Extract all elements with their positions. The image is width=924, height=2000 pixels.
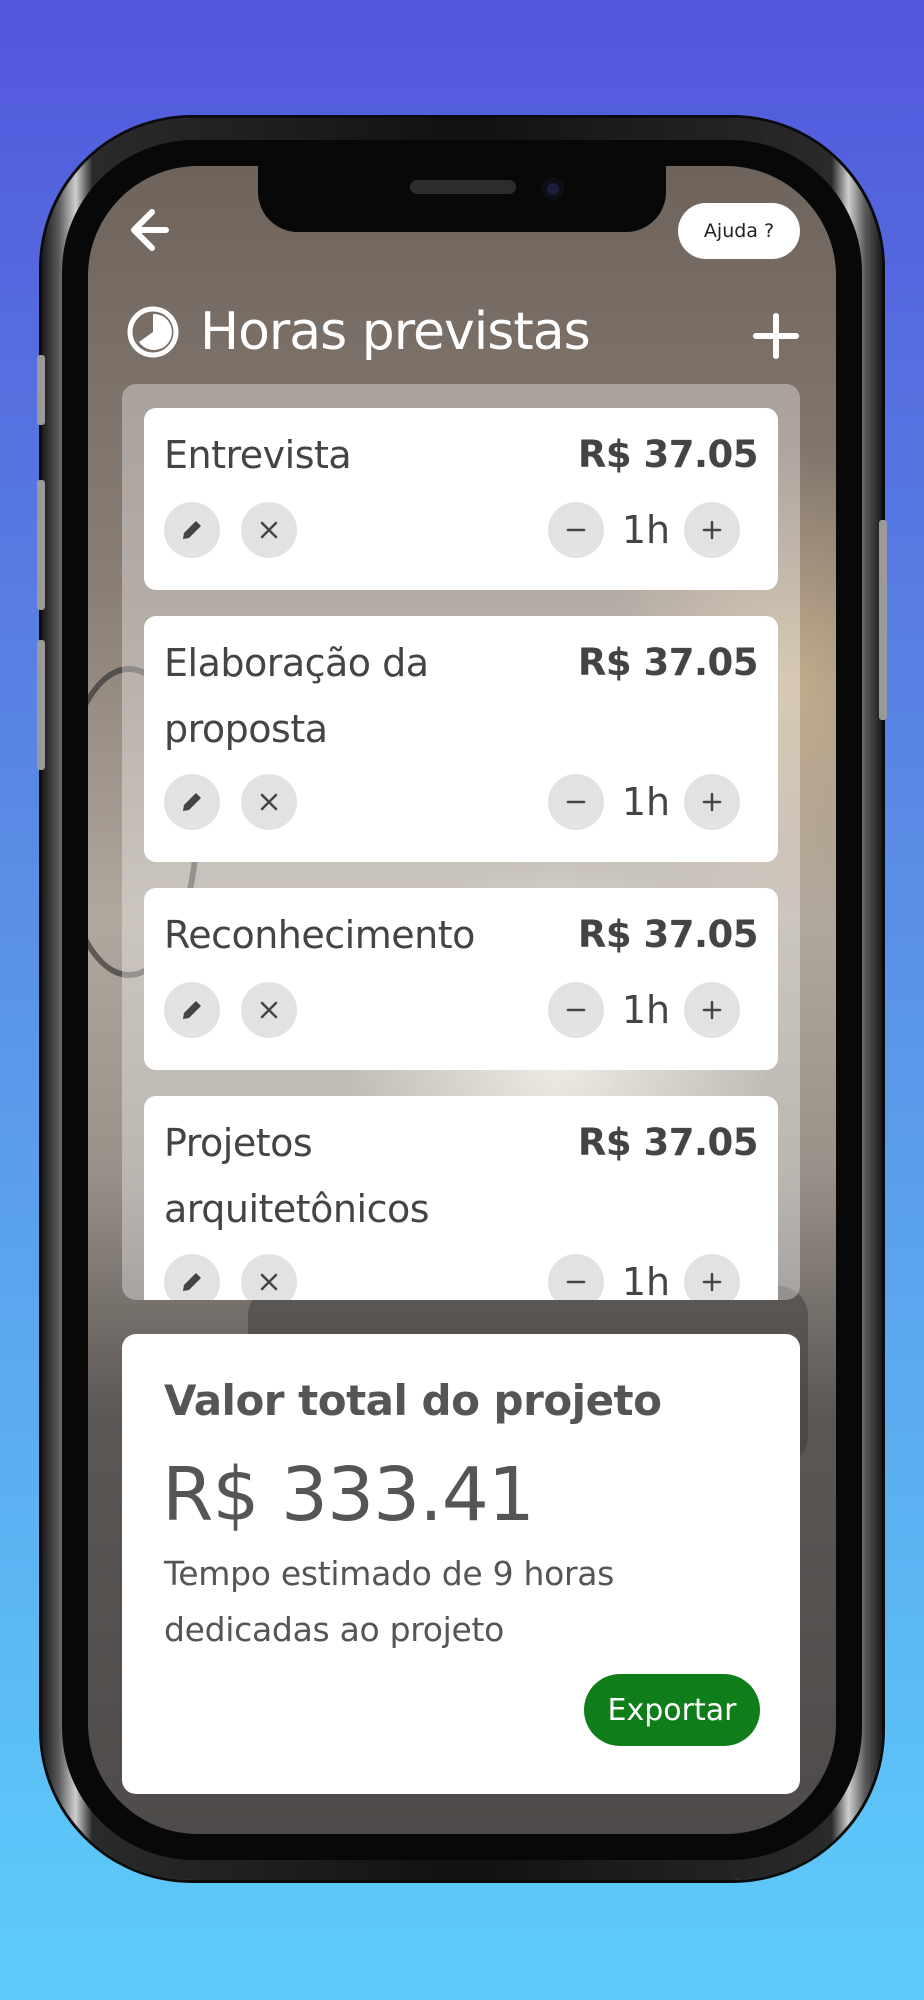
phone-side-button xyxy=(879,520,887,720)
minus-icon xyxy=(566,800,586,804)
increment-hours-button[interactable] xyxy=(684,502,740,558)
plus-icon xyxy=(702,792,722,812)
increment-hours-button[interactable] xyxy=(684,774,740,830)
item-price: R$ 37.05 xyxy=(577,433,759,476)
list-item: Projetos arquitetônicos R$ 37.05 1h xyxy=(144,1096,778,1300)
hours-value: 1h xyxy=(621,988,671,1032)
hours-value: 1h xyxy=(621,1260,671,1300)
pencil-icon xyxy=(183,1001,201,1019)
edit-button[interactable] xyxy=(164,1254,220,1300)
item-name: Reconhecimento xyxy=(164,913,475,957)
delete-button[interactable] xyxy=(241,982,297,1038)
edit-button[interactable] xyxy=(164,774,220,830)
item-name: Elaboração da proposta xyxy=(164,641,429,751)
hours-list[interactable]: Entrevista R$ 37.05 1h Elaboração da pro… xyxy=(122,384,800,1300)
decrement-hours-button[interactable] xyxy=(548,982,604,1038)
list-item: Elaboração da proposta R$ 37.05 1h xyxy=(144,616,778,862)
decrement-hours-button[interactable] xyxy=(548,774,604,830)
edit-button[interactable] xyxy=(164,502,220,558)
item-price: R$ 37.05 xyxy=(577,641,759,684)
phone-side-button xyxy=(37,640,45,770)
increment-hours-button[interactable] xyxy=(684,982,740,1038)
edit-button[interactable] xyxy=(164,982,220,1038)
delete-button[interactable] xyxy=(241,1254,297,1300)
phone-notch xyxy=(258,166,666,232)
total-value: R$ 333.41 xyxy=(162,1452,535,1538)
add-item-button[interactable] xyxy=(748,308,804,364)
close-icon xyxy=(260,521,278,539)
pencil-icon xyxy=(183,521,201,539)
plus-icon xyxy=(753,313,799,359)
list-item: Reconhecimento R$ 37.05 1h xyxy=(144,888,778,1070)
increment-hours-button[interactable] xyxy=(684,1254,740,1300)
total-label: Valor total do projeto xyxy=(164,1376,662,1425)
phone-side-button xyxy=(37,355,45,425)
close-icon xyxy=(260,1001,278,1019)
project-total-card: Valor total do projeto R$ 333.41 Tempo e… xyxy=(122,1334,800,1794)
item-name: Entrevista xyxy=(164,433,352,477)
close-icon xyxy=(260,793,278,811)
plus-icon xyxy=(702,1272,722,1292)
clock-icon xyxy=(127,306,179,358)
phone-speaker xyxy=(410,180,516,194)
export-button[interactable]: Exportar xyxy=(584,1674,760,1746)
hours-value: 1h xyxy=(621,780,671,824)
minus-icon xyxy=(566,1008,586,1012)
phone-camera xyxy=(542,178,564,200)
delete-button[interactable] xyxy=(241,502,297,558)
minus-icon xyxy=(566,1280,586,1284)
back-button[interactable] xyxy=(126,200,186,260)
pencil-icon xyxy=(183,793,201,811)
page-title: Horas previstas xyxy=(200,302,591,362)
delete-button[interactable] xyxy=(241,774,297,830)
decrement-hours-button[interactable] xyxy=(548,502,604,558)
total-description: Tempo estimado de 9 horas dedicadas ao p… xyxy=(164,1554,615,1649)
plus-icon xyxy=(702,520,722,540)
plus-icon xyxy=(702,1000,722,1020)
arrow-left-icon xyxy=(131,209,169,251)
item-price: R$ 37.05 xyxy=(577,913,759,956)
item-price: R$ 37.05 xyxy=(577,1121,759,1164)
phone-side-button xyxy=(37,480,45,610)
pencil-icon xyxy=(183,1273,201,1291)
hours-value: 1h xyxy=(621,508,671,552)
close-icon xyxy=(260,1273,278,1291)
decrement-hours-button[interactable] xyxy=(548,1254,604,1300)
list-item: Entrevista R$ 37.05 1h xyxy=(144,408,778,590)
help-button[interactable]: Ajuda ? xyxy=(678,203,800,259)
minus-icon xyxy=(566,528,586,532)
item-name: Projetos arquitetônicos xyxy=(164,1121,430,1231)
page-header: Horas previstas xyxy=(126,292,591,372)
